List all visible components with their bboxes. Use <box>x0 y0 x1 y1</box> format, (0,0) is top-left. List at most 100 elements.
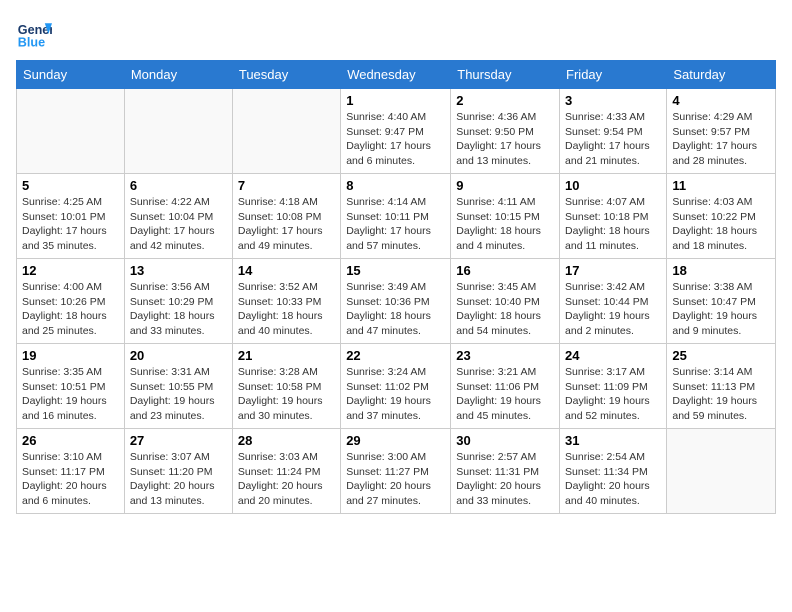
day-number: 1 <box>346 93 445 108</box>
day-info: Sunrise: 3:52 AM Sunset: 10:33 PM Daylig… <box>238 280 335 339</box>
calendar-cell: 19 Sunrise: 3:35 AM Sunset: 10:51 PM Dayl… <box>17 344 125 429</box>
calendar-cell: 12 Sunrise: 4:00 AM Sunset: 10:26 PM Dayl… <box>17 259 125 344</box>
calendar-header-thursday: Thursday <box>451 61 560 89</box>
day-info: Sunrise: 3:10 AM Sunset: 11:17 PM Daylig… <box>22 450 119 509</box>
calendar-cell: 2 Sunrise: 4:36 AM Sunset: 9:50 PM Daylig… <box>451 89 560 174</box>
day-number: 20 <box>130 348 227 363</box>
day-info: Sunrise: 3:00 AM Sunset: 11:27 PM Daylig… <box>346 450 445 509</box>
day-info: Sunrise: 4:33 AM Sunset: 9:54 PM Dayligh… <box>565 110 661 169</box>
calendar-header-sunday: Sunday <box>17 61 125 89</box>
day-number: 21 <box>238 348 335 363</box>
calendar-cell: 26Sunrise: 3:10 AM Sunset: 11:17 PM Dayl… <box>17 429 125 514</box>
day-number: 25 <box>672 348 770 363</box>
day-number: 2 <box>456 93 554 108</box>
day-number: 14 <box>238 263 335 278</box>
calendar-table: SundayMondayTuesdayWednesdayThursdayFrid… <box>16 60 776 514</box>
day-info: Sunrise: 4:07 AM Sunset: 10:18 PM Daylig… <box>565 195 661 254</box>
day-number: 15 <box>346 263 445 278</box>
day-number: 12 <box>22 263 119 278</box>
day-info: Sunrise: 3:03 AM Sunset: 11:24 PM Daylig… <box>238 450 335 509</box>
day-info: Sunrise: 4:36 AM Sunset: 9:50 PM Dayligh… <box>456 110 554 169</box>
calendar-cell: 22Sunrise: 3:24 AM Sunset: 11:02 PM Dayl… <box>341 344 451 429</box>
day-number: 17 <box>565 263 661 278</box>
day-number: 31 <box>565 433 661 448</box>
day-number: 7 <box>238 178 335 193</box>
day-info: Sunrise: 3:38 AM Sunset: 10:47 PM Daylig… <box>672 280 770 339</box>
day-info: Sunrise: 2:57 AM Sunset: 11:31 PM Daylig… <box>456 450 554 509</box>
day-number: 27 <box>130 433 227 448</box>
logo: General Blue <box>16 16 56 52</box>
day-number: 3 <box>565 93 661 108</box>
day-info: Sunrise: 4:03 AM Sunset: 10:22 PM Daylig… <box>672 195 770 254</box>
day-number: 24 <box>565 348 661 363</box>
day-info: Sunrise: 4:29 AM Sunset: 9:57 PM Dayligh… <box>672 110 770 169</box>
calendar-cell <box>124 89 232 174</box>
calendar-cell: 4 Sunrise: 4:29 AM Sunset: 9:57 PM Daylig… <box>667 89 776 174</box>
page-header: General Blue <box>16 16 776 52</box>
calendar-cell: 1 Sunrise: 4:40 AM Sunset: 9:47 PM Daylig… <box>341 89 451 174</box>
calendar-cell: 18 Sunrise: 3:38 AM Sunset: 10:47 PM Dayl… <box>667 259 776 344</box>
calendar-cell: 16 Sunrise: 3:45 AM Sunset: 10:40 PM Dayl… <box>451 259 560 344</box>
day-number: 30 <box>456 433 554 448</box>
day-number: 10 <box>565 178 661 193</box>
day-number: 4 <box>672 93 770 108</box>
calendar-cell: 7 Sunrise: 4:18 AM Sunset: 10:08 PM Dayli… <box>232 174 340 259</box>
calendar-cell: 15 Sunrise: 3:49 AM Sunset: 10:36 PM Dayl… <box>341 259 451 344</box>
week-row-2: 12 Sunrise: 4:00 AM Sunset: 10:26 PM Dayl… <box>17 259 776 344</box>
day-info: Sunrise: 3:14 AM Sunset: 11:13 PM Daylig… <box>672 365 770 424</box>
calendar-cell: 6Sunrise: 4:22 AM Sunset: 10:04 PM Dayli… <box>124 174 232 259</box>
day-info: Sunrise: 3:45 AM Sunset: 10:40 PM Daylig… <box>456 280 554 339</box>
calendar-cell <box>17 89 125 174</box>
day-info: Sunrise: 4:00 AM Sunset: 10:26 PM Daylig… <box>22 280 119 339</box>
calendar-header-wednesday: Wednesday <box>341 61 451 89</box>
logo-icon: General Blue <box>16 16 52 52</box>
calendar-cell <box>232 89 340 174</box>
day-info: Sunrise: 4:22 AM Sunset: 10:04 PM Daylig… <box>130 195 227 254</box>
week-row-0: 1 Sunrise: 4:40 AM Sunset: 9:47 PM Daylig… <box>17 89 776 174</box>
day-number: 22 <box>346 348 445 363</box>
day-info: Sunrise: 3:35 AM Sunset: 10:51 PM Daylig… <box>22 365 119 424</box>
calendar-header-monday: Monday <box>124 61 232 89</box>
day-info: Sunrise: 3:07 AM Sunset: 11:20 PM Daylig… <box>130 450 227 509</box>
calendar-cell: 5 Sunrise: 4:25 AM Sunset: 10:01 PM Dayli… <box>17 174 125 259</box>
day-info: Sunrise: 2:54 AM Sunset: 11:34 PM Daylig… <box>565 450 661 509</box>
day-info: Sunrise: 3:28 AM Sunset: 10:58 PM Daylig… <box>238 365 335 424</box>
calendar-cell: 30 Sunrise: 2:57 AM Sunset: 11:31 PM Dayl… <box>451 429 560 514</box>
day-info: Sunrise: 3:56 AM Sunset: 10:29 PM Daylig… <box>130 280 227 339</box>
calendar-cell: 23 Sunrise: 3:21 AM Sunset: 11:06 PM Dayl… <box>451 344 560 429</box>
week-row-3: 19 Sunrise: 3:35 AM Sunset: 10:51 PM Dayl… <box>17 344 776 429</box>
calendar-cell: 24Sunrise: 3:17 AM Sunset: 11:09 PM Dayl… <box>560 344 667 429</box>
calendar-cell: 9 Sunrise: 4:11 AM Sunset: 10:15 PM Dayli… <box>451 174 560 259</box>
day-info: Sunrise: 3:31 AM Sunset: 10:55 PM Daylig… <box>130 365 227 424</box>
day-number: 16 <box>456 263 554 278</box>
day-number: 11 <box>672 178 770 193</box>
day-info: Sunrise: 4:40 AM Sunset: 9:47 PM Dayligh… <box>346 110 445 169</box>
calendar-header-friday: Friday <box>560 61 667 89</box>
calendar-cell: 25 Sunrise: 3:14 AM Sunset: 11:13 PM Dayl… <box>667 344 776 429</box>
day-number: 13 <box>130 263 227 278</box>
calendar-cell: 17Sunrise: 3:42 AM Sunset: 10:44 PM Dayl… <box>560 259 667 344</box>
day-info: Sunrise: 4:11 AM Sunset: 10:15 PM Daylig… <box>456 195 554 254</box>
day-info: Sunrise: 3:21 AM Sunset: 11:06 PM Daylig… <box>456 365 554 424</box>
day-number: 5 <box>22 178 119 193</box>
day-number: 8 <box>346 178 445 193</box>
day-number: 19 <box>22 348 119 363</box>
day-number: 23 <box>456 348 554 363</box>
day-info: Sunrise: 3:49 AM Sunset: 10:36 PM Daylig… <box>346 280 445 339</box>
week-row-1: 5 Sunrise: 4:25 AM Sunset: 10:01 PM Dayli… <box>17 174 776 259</box>
calendar-cell: 28 Sunrise: 3:03 AM Sunset: 11:24 PM Dayl… <box>232 429 340 514</box>
calendar-cell: 29 Sunrise: 3:00 AM Sunset: 11:27 PM Dayl… <box>341 429 451 514</box>
calendar-cell: 31 Sunrise: 2:54 AM Sunset: 11:34 PM Dayl… <box>560 429 667 514</box>
day-number: 9 <box>456 178 554 193</box>
calendar-cell: 3 Sunrise: 4:33 AM Sunset: 9:54 PM Daylig… <box>560 89 667 174</box>
day-number: 18 <box>672 263 770 278</box>
day-info: Sunrise: 4:18 AM Sunset: 10:08 PM Daylig… <box>238 195 335 254</box>
calendar-cell: 8Sunrise: 4:14 AM Sunset: 10:11 PM Dayli… <box>341 174 451 259</box>
day-number: 29 <box>346 433 445 448</box>
day-number: 28 <box>238 433 335 448</box>
week-row-4: 26Sunrise: 3:10 AM Sunset: 11:17 PM Dayl… <box>17 429 776 514</box>
day-info: Sunrise: 4:25 AM Sunset: 10:01 PM Daylig… <box>22 195 119 254</box>
calendar-header-saturday: Saturday <box>667 61 776 89</box>
calendar-cell: 20 Sunrise: 3:31 AM Sunset: 10:55 PM Dayl… <box>124 344 232 429</box>
calendar-cell: 11 Sunrise: 4:03 AM Sunset: 10:22 PM Dayl… <box>667 174 776 259</box>
